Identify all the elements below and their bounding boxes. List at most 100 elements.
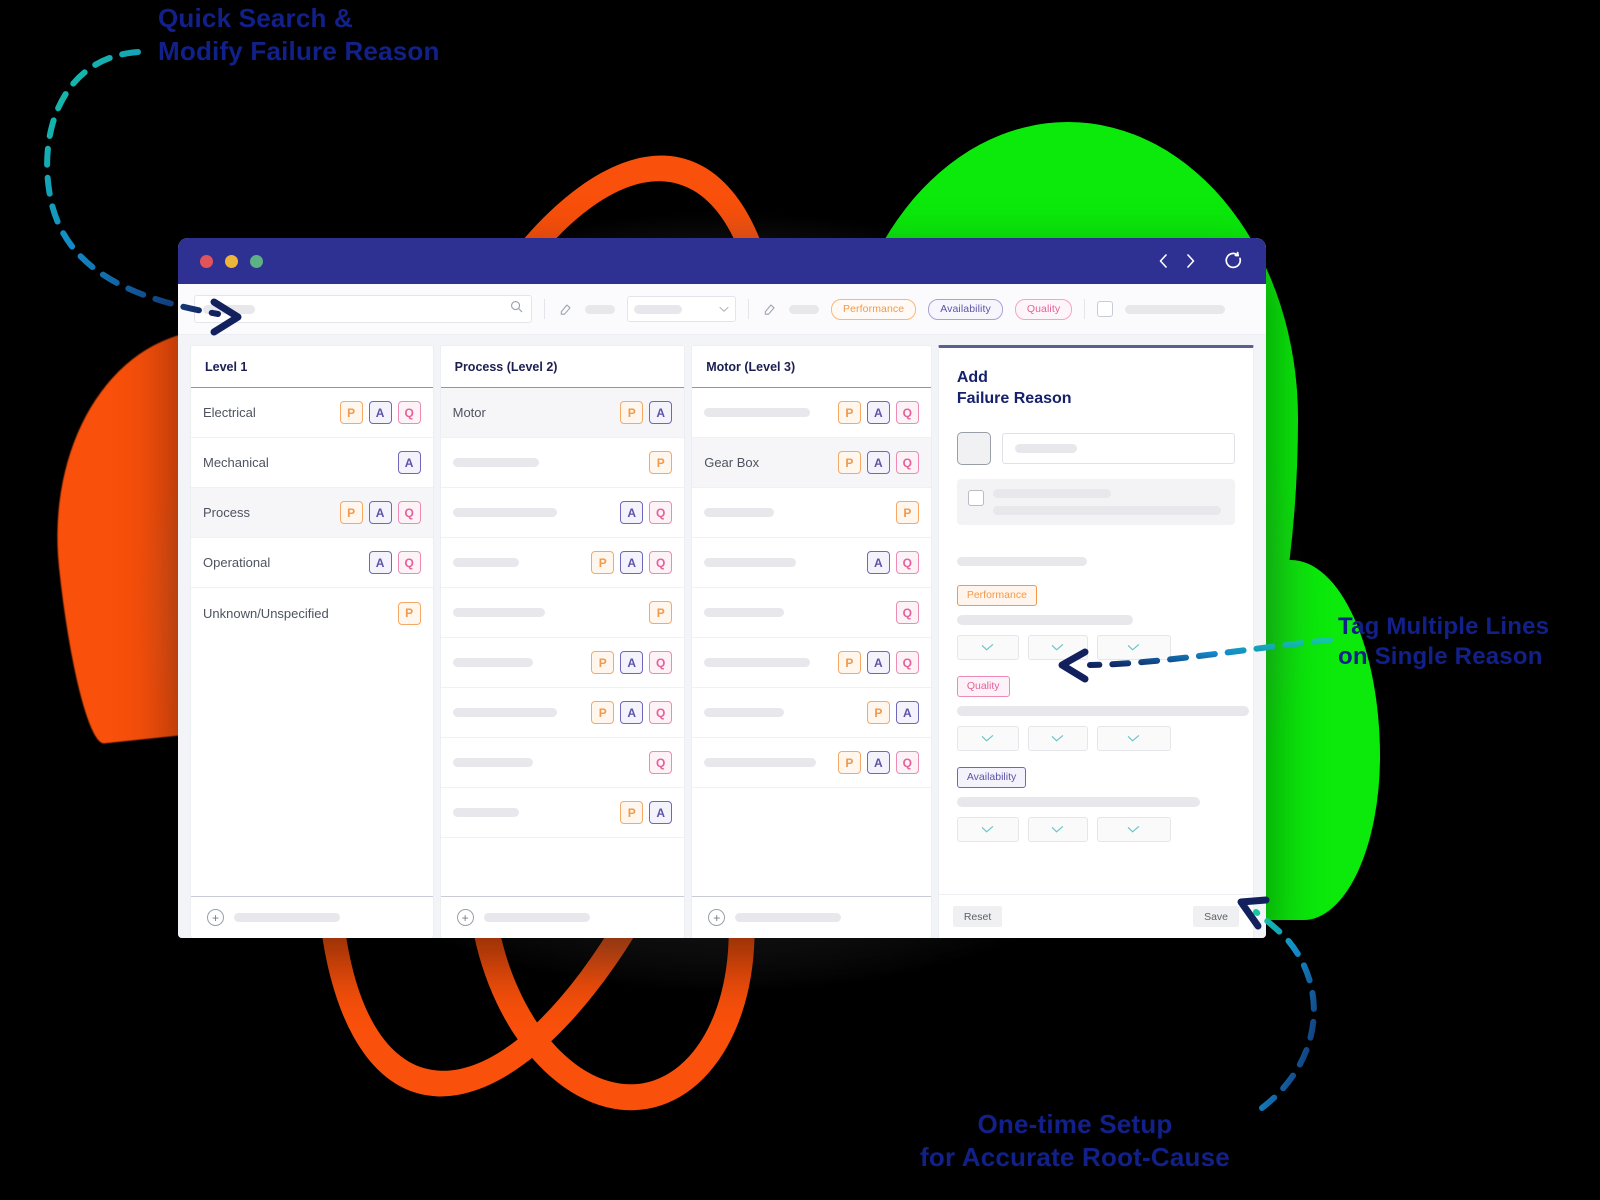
badge-performance[interactable]: P	[591, 701, 615, 724]
badge-availability[interactable]: A	[620, 551, 644, 574]
reset-button[interactable]: Reset	[952, 906, 1003, 927]
table-row[interactable]: P A Q	[692, 388, 931, 438]
badge-performance[interactable]: P	[866, 701, 890, 724]
search-icon[interactable]	[510, 300, 523, 318]
table-row[interactable]: P	[440, 588, 685, 638]
line-selector[interactable]	[956, 634, 1019, 660]
table-row[interactable]: P A Q	[692, 638, 931, 688]
badge-quality[interactable]: Q	[895, 751, 919, 774]
badge-performance[interactable]: P	[895, 501, 919, 524]
nav-arrows[interactable]	[1157, 253, 1197, 269]
badge-availability[interactable]: A	[649, 801, 673, 824]
add-row-process-level-2[interactable]: +	[440, 896, 685, 938]
table-row[interactable]: Operational A Q	[191, 538, 433, 588]
badge-quality[interactable]: Q	[895, 551, 919, 574]
window-controls[interactable]	[200, 254, 263, 268]
table-row-selected[interactable]: Gear Box P A Q	[692, 438, 931, 488]
badge-availability[interactable]: A	[866, 651, 890, 674]
chip-quality[interactable]: Quality	[1014, 298, 1073, 320]
badge-performance[interactable]: P	[591, 551, 615, 574]
note-checkbox[interactable]	[967, 489, 984, 506]
badge-availability[interactable]: A	[895, 701, 919, 724]
table-row[interactable]: P	[692, 488, 931, 538]
filter-icon[interactable]	[761, 301, 777, 317]
chevron-left-icon[interactable]	[1157, 253, 1170, 269]
line-selector[interactable]	[956, 725, 1019, 751]
plus-icon[interactable]: +	[708, 909, 726, 926]
badge-quality[interactable]: Q	[649, 651, 673, 674]
color-swatch-button[interactable]	[956, 431, 991, 465]
search-input[interactable]	[194, 295, 532, 323]
line-selector[interactable]	[1027, 725, 1088, 751]
chip-performance[interactable]: Performance	[831, 298, 917, 320]
table-row[interactable]: P A Q	[440, 688, 685, 738]
table-row[interactable]: Q	[692, 588, 931, 638]
table-row[interactable]: Q	[440, 738, 685, 788]
badge-performance[interactable]: P	[649, 601, 673, 624]
badge-performance[interactable]: P	[339, 401, 363, 424]
table-row[interactable]: A Q	[440, 488, 685, 538]
add-row-motor-level-3[interactable]: +	[692, 896, 931, 938]
badge-quality[interactable]: Q	[397, 401, 421, 424]
table-row[interactable]: P	[440, 438, 685, 488]
filter-icon[interactable]	[557, 301, 573, 317]
line-selector[interactable]	[1096, 816, 1171, 842]
badge-performance[interactable]: P	[837, 651, 861, 674]
level-select[interactable]	[627, 296, 736, 322]
minimize-button[interactable]	[225, 254, 238, 268]
badge-performance[interactable]: P	[397, 601, 421, 625]
badge-quality[interactable]: Q	[895, 451, 919, 474]
badge-performance[interactable]: P	[837, 751, 861, 774]
badge-performance[interactable]: P	[339, 501, 363, 524]
badge-performance[interactable]: P	[649, 451, 673, 474]
badge-availability[interactable]: A	[368, 401, 392, 424]
line-selector[interactable]	[956, 816, 1019, 842]
tag-quality[interactable]: Quality	[956, 675, 1010, 697]
table-row-selected[interactable]: Process P A Q	[191, 488, 433, 538]
toolbar-checkbox[interactable]	[1097, 301, 1114, 317]
tag-availability[interactable]: Availability	[956, 766, 1027, 788]
reason-name-input[interactable]	[1001, 432, 1236, 464]
table-row[interactable]: P A Q	[440, 638, 685, 688]
badge-availability[interactable]: A	[620, 651, 644, 674]
line-selector[interactable]	[1096, 725, 1171, 751]
badge-performance[interactable]: P	[620, 801, 644, 824]
badge-performance[interactable]: P	[837, 451, 861, 474]
badge-quality[interactable]: Q	[895, 651, 919, 674]
table-row[interactable]: P A Q	[692, 738, 931, 788]
badge-quality[interactable]: Q	[649, 501, 673, 524]
badge-availability[interactable]: A	[368, 551, 392, 574]
line-selector[interactable]	[1027, 634, 1088, 660]
line-selector[interactable]	[1027, 816, 1088, 842]
badge-availability[interactable]: A	[866, 551, 890, 574]
badge-availability[interactable]: A	[866, 751, 890, 774]
add-row-level-1[interactable]: +	[191, 896, 433, 938]
badge-quality[interactable]: Q	[649, 701, 673, 724]
badge-availability[interactable]: A	[620, 701, 644, 724]
save-button[interactable]: Save	[1193, 906, 1240, 927]
table-row[interactable]: A Q	[692, 538, 931, 588]
line-selector[interactable]	[1096, 634, 1171, 660]
badge-availability[interactable]: A	[649, 401, 673, 424]
badge-quality[interactable]: Q	[397, 551, 421, 574]
close-button[interactable]	[200, 254, 213, 268]
badge-performance[interactable]: P	[837, 401, 861, 424]
badge-quality[interactable]: Q	[649, 751, 673, 774]
badge-performance[interactable]: P	[620, 401, 644, 424]
badge-availability[interactable]: A	[866, 451, 890, 474]
badge-quality[interactable]: Q	[649, 551, 673, 574]
table-row[interactable]: P A	[692, 688, 931, 738]
badge-availability[interactable]: A	[397, 451, 421, 474]
chevron-down-icon[interactable]	[719, 300, 729, 318]
plus-icon[interactable]: +	[207, 909, 224, 926]
maximize-button[interactable]	[250, 254, 263, 268]
tag-performance[interactable]: Performance	[956, 584, 1037, 606]
table-row[interactable]: P A	[440, 788, 685, 838]
table-row-selected[interactable]: Motor P A	[440, 388, 685, 438]
chip-availability[interactable]: Availability	[928, 298, 1003, 320]
chevron-right-icon[interactable]	[1184, 253, 1197, 269]
badge-performance[interactable]: P	[591, 651, 615, 674]
note-box[interactable]	[956, 478, 1236, 525]
badge-availability[interactable]: A	[620, 501, 644, 524]
table-row[interactable]: Mechanical A	[191, 438, 433, 488]
